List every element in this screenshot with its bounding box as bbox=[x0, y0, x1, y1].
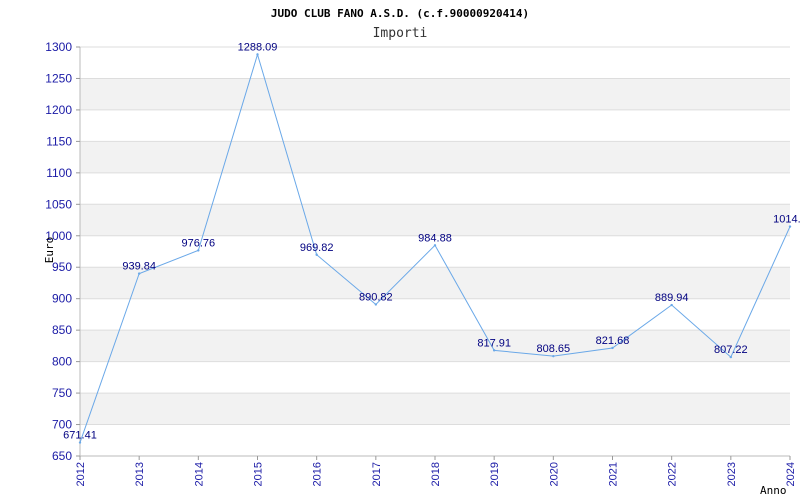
data-label: 1014.6 bbox=[773, 214, 800, 226]
data-point bbox=[78, 441, 82, 444]
data-point bbox=[552, 354, 555, 358]
data-point bbox=[315, 253, 318, 256]
y-tick-label: 650 bbox=[52, 449, 72, 463]
x-tick-label: 2024 bbox=[785, 462, 797, 486]
data-label: 976.76 bbox=[182, 237, 216, 249]
grid-band bbox=[80, 330, 790, 362]
grid-bands bbox=[80, 78, 790, 425]
data-point bbox=[374, 303, 378, 306]
data-point bbox=[433, 244, 437, 247]
data-point bbox=[256, 53, 259, 56]
y-tick-label: 1250 bbox=[45, 71, 72, 85]
x-tick-label: 2013 bbox=[134, 462, 146, 486]
y-tick-label: 1150 bbox=[46, 134, 72, 148]
x-tick-label: 2022 bbox=[667, 462, 679, 486]
y-axis-label: Euro bbox=[43, 237, 56, 264]
x-tick-label: 2019 bbox=[489, 462, 501, 486]
x-tick-label: 2012 bbox=[75, 462, 87, 486]
line-chart: 6507007508008509009501000105011001150120… bbox=[43, 7, 800, 497]
y-tick-label: 1100 bbox=[46, 166, 72, 180]
data-label: 817.91 bbox=[477, 337, 511, 349]
chart-title: JUDO CLUB FANO A.S.D. (c.f.90000920414) bbox=[271, 7, 529, 20]
data-label: 889.94 bbox=[655, 292, 689, 304]
grid-band bbox=[80, 78, 790, 110]
x-tick-label: 2015 bbox=[253, 462, 265, 486]
data-label: 671.41 bbox=[63, 430, 97, 442]
data-point bbox=[137, 272, 141, 275]
data-point bbox=[788, 225, 792, 228]
y-tick-label: 800 bbox=[52, 355, 72, 369]
data-label: 969.82 bbox=[300, 242, 334, 254]
data-label: 984.88 bbox=[418, 232, 452, 244]
x-axis-ticks: 2012 2013 2014 2015 2016 2017 2018 2019 2020 2021… bbox=[75, 456, 797, 486]
x-tick-label: 2014 bbox=[193, 462, 205, 486]
x-tick-label: 2021 bbox=[608, 462, 620, 486]
grid-band bbox=[80, 393, 790, 425]
x-tick-label: 2023 bbox=[726, 462, 738, 486]
data-point bbox=[197, 249, 200, 252]
x-tick-label: 2018 bbox=[430, 462, 442, 486]
y-tick-label: 900 bbox=[52, 292, 72, 306]
x-tick-label: 2017 bbox=[371, 462, 383, 486]
chart-subtitle: Importi bbox=[373, 26, 428, 41]
y-tick-label: 750 bbox=[52, 386, 72, 400]
y-tick-label: 1200 bbox=[45, 103, 72, 117]
data-label: 808.65 bbox=[537, 343, 571, 355]
y-tick-label: 1050 bbox=[45, 197, 72, 211]
y-tick-label: 850 bbox=[52, 323, 72, 337]
data-point bbox=[611, 346, 614, 350]
data-point bbox=[729, 355, 733, 359]
data-point bbox=[670, 303, 673, 307]
data-point bbox=[492, 349, 496, 352]
grid-band bbox=[80, 141, 790, 173]
data-label: 939.84 bbox=[122, 261, 156, 273]
data-label: 1288.09 bbox=[238, 41, 278, 53]
data-label: 807.22 bbox=[714, 344, 748, 356]
x-tick-label: 2016 bbox=[312, 462, 324, 486]
grid-band bbox=[80, 204, 790, 236]
data-label: 821.68 bbox=[596, 335, 630, 347]
data-label: 890.82 bbox=[359, 291, 393, 303]
y-tick-label: 1300 bbox=[45, 40, 72, 54]
x-tick-label: 2020 bbox=[548, 462, 560, 486]
x-axis-label: Anno bbox=[760, 484, 787, 497]
